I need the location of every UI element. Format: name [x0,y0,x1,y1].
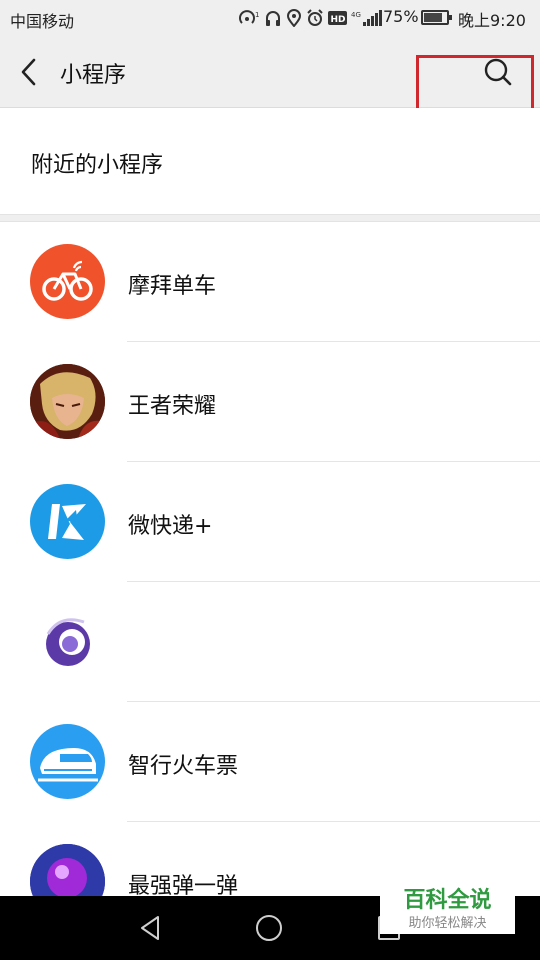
list-item[interactable]: 摩拜单车 [0,222,540,342]
battery-icon [421,10,452,25]
watermark-subtitle: 助你轻松解决 [408,916,487,931]
app-name: 王者荣耀 [128,394,217,419]
app-name: 智行火车票 [128,754,239,779]
mobike-icon [30,244,105,319]
battery-percent: 75% [383,7,419,26]
hotspot-icon: 1 [239,10,259,24]
chevron-left-icon [21,58,36,86]
search-highlight-annotation [416,55,534,111]
svg-text:1: 1 [255,11,259,19]
section-divider [0,214,540,222]
alarm-icon [307,9,323,26]
train-icon [30,724,105,799]
nav-back-icon[interactable] [138,914,164,942]
list-item[interactable] [0,582,540,702]
watermark: 百科全说 助你轻松解决 [380,878,515,934]
headphone-icon [266,11,280,26]
app-name: 摩拜单车 [128,274,217,299]
location-icon [286,9,302,27]
mini-program-list: 摩拜单车 王者荣耀 微快递+ 智行火车票 最强弹一弹 [0,222,540,942]
page-title: 小程序 [60,63,127,88]
back-button[interactable] [14,54,46,90]
status-bar: 中国移动 1 HD 4G 75% 晚上9:20 [0,0,540,36]
swirl-icon [30,604,105,679]
list-item[interactable]: 微快递+ [0,462,540,582]
list-item[interactable]: 王者荣耀 [0,342,540,462]
svg-text:HD: HD [331,15,346,25]
nearby-label: 附近的小程序 [31,153,164,178]
svg-text:4G: 4G [351,11,361,19]
nearby-mini-programs-row[interactable]: 附近的小程序 [0,108,540,214]
clock: 晚上9:20 [458,11,526,30]
signal-icon: 4G [351,10,382,26]
app-name: 微快递+ [128,514,213,539]
nav-home-icon[interactable] [256,915,282,941]
watermark-title: 百科全说 [403,888,492,913]
list-item[interactable]: 智行火车票 [0,702,540,822]
express-icon [30,484,105,559]
hd-icon: HD [328,11,347,25]
honor-of-kings-icon [30,364,105,439]
carrier-label: 中国移动 [10,12,75,31]
